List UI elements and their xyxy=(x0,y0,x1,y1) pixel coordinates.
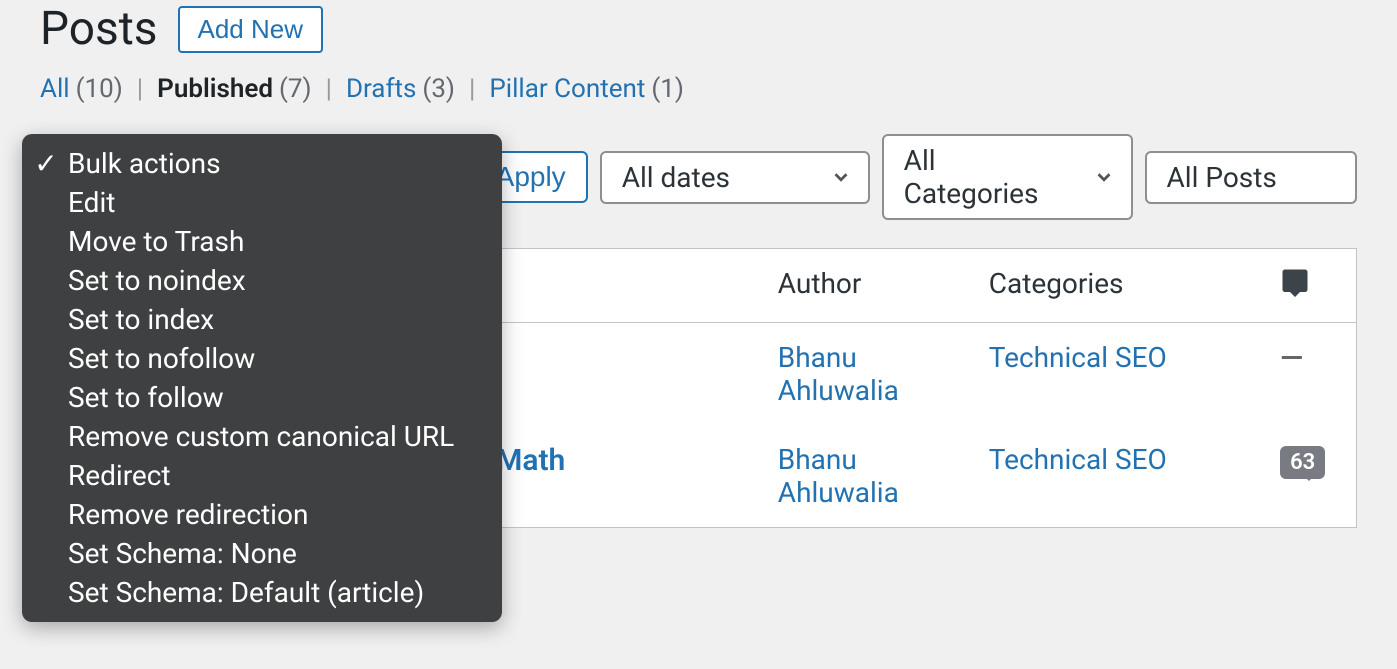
bulk-action-label: Set to noindex xyxy=(68,264,246,297)
filter-published[interactable]: Published xyxy=(157,74,273,104)
bulk-action-label: Bulk actions xyxy=(68,147,221,180)
author-link[interactable]: Bhanu Ahluwalia xyxy=(778,341,899,407)
bulk-actions-dropdown: ✓ Bulk actions Edit Move to Trash Set to… xyxy=(22,134,502,622)
column-categories[interactable]: Categories xyxy=(975,249,1266,323)
filter-pillar-count: (1) xyxy=(651,74,684,104)
filter-separator: | xyxy=(326,74,332,104)
filter-drafts-count: (3) xyxy=(422,74,455,104)
categories-filter-select[interactable]: All Categories xyxy=(882,134,1133,220)
author-link[interactable]: Bhanu Ahluwalia xyxy=(778,443,899,509)
filter-pillar[interactable]: Pillar Content xyxy=(489,74,645,104)
bulk-action-move-to-trash[interactable]: Move to Trash xyxy=(22,222,502,261)
bulk-action-label: Remove custom canonical URL xyxy=(68,420,454,453)
filter-separator: | xyxy=(137,74,143,104)
category-link[interactable]: Technical SEO xyxy=(989,341,1167,374)
filter-separator: | xyxy=(469,74,475,104)
filter-published-count: (7) xyxy=(279,74,312,104)
bulk-action-set-nofollow[interactable]: Set to nofollow xyxy=(22,339,502,378)
bulk-action-set-index[interactable]: Set to index xyxy=(22,300,502,339)
chevron-down-icon xyxy=(1093,166,1115,188)
bulk-action-redirect[interactable]: Redirect xyxy=(22,456,502,495)
bulk-action-label: Set to nofollow xyxy=(68,342,255,375)
add-new-button[interactable]: Add New xyxy=(178,6,324,53)
check-icon: ✓ xyxy=(34,147,58,180)
bulk-action-remove-canonical[interactable]: Remove custom canonical URL xyxy=(22,417,502,456)
comments-count: — xyxy=(1280,341,1303,376)
bulk-action-label: Redirect xyxy=(68,459,171,492)
bulk-action-label: Set Schema: Default (article) xyxy=(68,576,424,609)
dates-filter-label: All dates xyxy=(622,161,730,194)
categories-filter-label: All Categories xyxy=(904,144,1063,210)
comments-count-bubble[interactable]: 63 xyxy=(1280,446,1325,479)
status-filter-links: All (10) | Published (7) | Drafts (3) | … xyxy=(40,74,1357,104)
posts-filter-label: All Posts xyxy=(1167,161,1277,194)
dates-filter-select[interactable]: All dates xyxy=(600,151,870,204)
bulk-action-label: Set Schema: None xyxy=(68,537,297,570)
filter-all[interactable]: All xyxy=(40,74,70,104)
bulk-action-edit[interactable]: Edit xyxy=(22,183,502,222)
bulk-action-label: Remove redirection xyxy=(68,498,308,531)
bulk-action-label: Move to Trash xyxy=(68,225,244,258)
bulk-action-remove-redirection[interactable]: Remove redirection xyxy=(22,495,502,534)
bulk-action-schema-default[interactable]: Set Schema: Default (article) xyxy=(22,573,502,612)
page-title: Posts xyxy=(40,2,158,56)
bulk-action-set-follow[interactable]: Set to follow xyxy=(22,378,502,417)
column-comments[interactable] xyxy=(1266,249,1356,323)
bulk-action-schema-none[interactable]: Set Schema: None xyxy=(22,534,502,573)
column-author[interactable]: Author xyxy=(764,249,975,323)
posts-filter-select[interactable]: All Posts xyxy=(1145,151,1357,204)
filter-drafts[interactable]: Drafts xyxy=(346,74,416,104)
bulk-action-set-noindex[interactable]: Set to noindex xyxy=(22,261,502,300)
chevron-down-icon xyxy=(830,166,852,188)
category-link[interactable]: Technical SEO xyxy=(989,443,1167,476)
filter-all-count: (10) xyxy=(76,74,123,104)
bulk-action-label: Set to follow xyxy=(68,381,224,414)
bulk-action-bulk-actions[interactable]: ✓ Bulk actions xyxy=(22,144,502,183)
comment-icon xyxy=(1280,267,1310,297)
bulk-action-label: Set to index xyxy=(68,303,214,336)
bulk-action-label: Edit xyxy=(68,186,115,219)
